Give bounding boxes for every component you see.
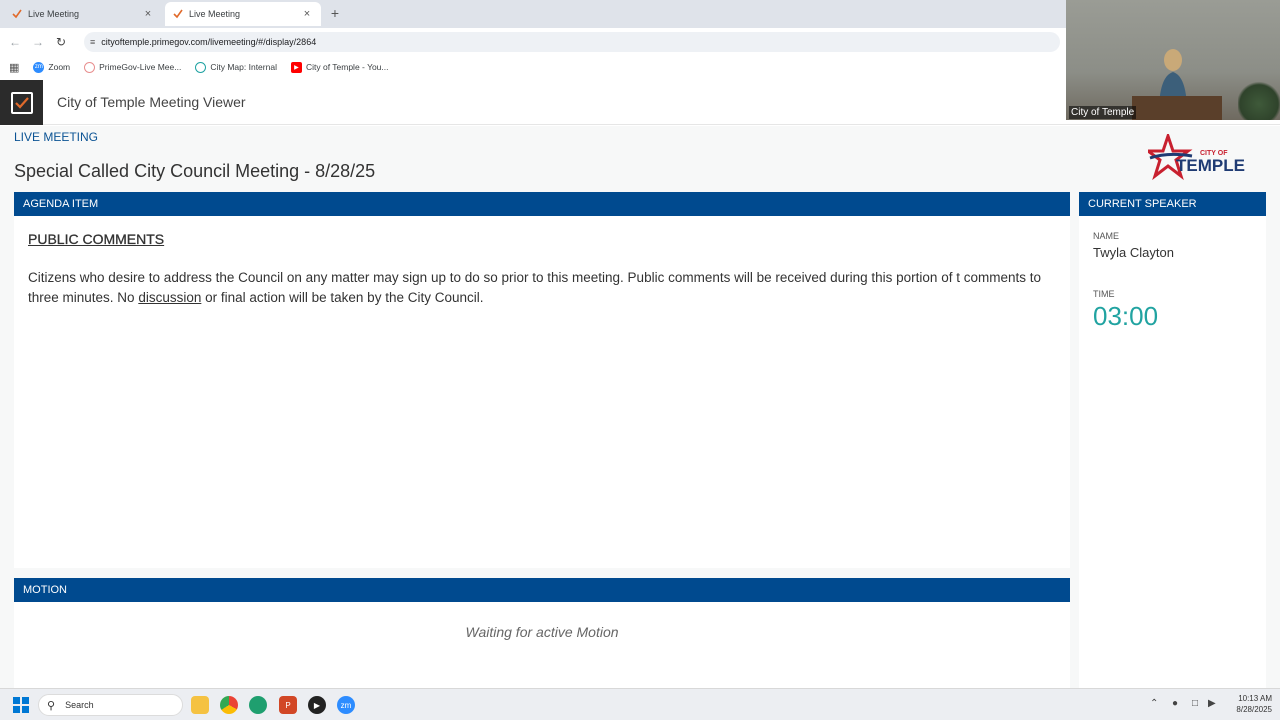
discussion-link[interactable]: discussion: [138, 290, 201, 305]
video-caption: City of Temple: [1069, 106, 1137, 119]
powerpoint-icon[interactable]: P: [279, 696, 297, 714]
tray-chevron-up-icon[interactable]: ⌃: [1150, 698, 1158, 709]
browser-tab-2[interactable]: Live Meeting ×: [165, 2, 321, 26]
url-field[interactable]: ≡ cityoftemple.primegov.com/livemeeting/…: [84, 32, 1060, 52]
agenda-section-title: PUBLIC COMMENTS: [28, 231, 165, 247]
taskbar-search[interactable]: ⚲ Search: [38, 694, 183, 716]
app-logo[interactable]: [0, 80, 43, 125]
podium-image: [1132, 96, 1222, 120]
speaker-timer: 03:00: [1093, 301, 1159, 331]
edge-icon[interactable]: [249, 696, 267, 714]
logo-big-text: TEMPLE: [1176, 156, 1245, 175]
map-icon: [195, 61, 207, 73]
search-icon: ⚲: [47, 699, 56, 712]
bookmark-city-map[interactable]: City Map: Internal: [195, 61, 277, 73]
tab-title: Live Meeting: [189, 9, 241, 19]
checkmark-favicon-icon: [12, 9, 22, 19]
zoom-icon: zm: [33, 61, 45, 73]
taskbar-search-placeholder: Search: [65, 700, 94, 710]
new-tab-button[interactable]: +: [328, 5, 342, 21]
clock-date: 8/28/2025: [1236, 705, 1272, 714]
speaker-name: Twyla Clayton: [1093, 245, 1174, 260]
city-of-temple-logo: CITY OF TEMPLE: [1143, 131, 1258, 182]
bookmark-primegov[interactable]: PrimeGov-Live Mee...: [84, 61, 181, 73]
checkmark-favicon-icon: [173, 9, 183, 19]
current-speaker-header: CURRENT SPEAKER: [1079, 192, 1266, 216]
apps-grid-icon[interactable]: ▦: [9, 61, 19, 74]
plant-image: [1238, 80, 1280, 120]
checkbox-logo-icon: [10, 91, 33, 114]
agenda-item-header: AGENDA ITEM: [14, 192, 1070, 216]
clock-time: 10:13 AM: [1238, 694, 1272, 703]
chrome-icon[interactable]: [220, 696, 238, 714]
bookmark-zoom[interactable]: zm Zoom: [33, 61, 70, 73]
meeting-title: Special Called City Council Meeting - 8/…: [14, 161, 376, 181]
microphone-icon[interactable]: ●: [1172, 698, 1178, 709]
url-text: cityoftemple.primegov.com/livemeeting/#/…: [101, 37, 317, 47]
windows-taskbar: ⚲ Search P ▶ zm ⌃ ● □ ▶ 10:13 AM 8/28/20…: [0, 688, 1280, 720]
speaker-time-label: TIME: [1093, 289, 1115, 299]
bookmarks-bar: ▦ zm Zoom PrimeGov-Live Mee... City Map:…: [0, 56, 1066, 78]
motion-waiting-text: Waiting for active Motion: [465, 624, 619, 640]
browser-tab-bar: Live Meeting × Live Meeting × +: [0, 0, 1066, 28]
current-speaker-panel: CURRENT SPEAKER NAME Twyla Clayton TIME …: [1079, 192, 1266, 688]
file-explorer-icon[interactable]: [191, 696, 209, 714]
tab-title: Live Meeting: [28, 9, 80, 19]
media-player-icon[interactable]: ▶: [308, 696, 326, 714]
taskbar-clock[interactable]: 10:13 AM 8/28/2025: [1222, 693, 1272, 715]
zoom-app-icon[interactable]: zm: [337, 696, 355, 714]
windows-start-icon[interactable]: [13, 697, 29, 713]
tab-close-icon[interactable]: ×: [301, 8, 313, 20]
youtube-icon: ▶: [290, 61, 302, 73]
volume-icon[interactable]: ▶: [1208, 698, 1216, 709]
app-title: City of Temple Meeting Viewer: [57, 94, 246, 110]
browser-tab-1[interactable]: Live Meeting ×: [4, 2, 162, 26]
video-feed[interactable]: City of Temple: [1066, 0, 1280, 120]
back-arrow-icon[interactable]: ←: [7, 35, 23, 49]
agenda-item-panel: AGENDA ITEM PUBLIC COMMENTS Citizens who…: [14, 192, 1070, 568]
primegov-icon: [84, 61, 96, 73]
reload-icon[interactable]: ↻: [53, 35, 69, 49]
speaker-name-label: NAME: [1093, 231, 1120, 241]
live-meeting-label: LIVE MEETING: [14, 130, 99, 144]
motion-header: MOTION: [14, 578, 1070, 602]
tab-close-icon[interactable]: ×: [142, 8, 154, 20]
forward-arrow-icon[interactable]: →: [30, 35, 46, 49]
bookmark-youtube[interactable]: ▶ City of Temple - You...: [290, 61, 389, 73]
address-bar-row: ← → ↻ ≡ cityoftemple.primegov.com/liveme…: [0, 28, 1066, 56]
motion-panel: MOTION Waiting for active Motion: [14, 578, 1070, 688]
site-settings-icon[interactable]: ≡: [90, 37, 95, 47]
network-icon[interactable]: □: [1192, 698, 1198, 709]
agenda-body-text: Citizens who desire to address the Counc…: [28, 270, 1041, 305]
meeting-content: LIVE MEETING Special Called City Council…: [0, 126, 1280, 688]
